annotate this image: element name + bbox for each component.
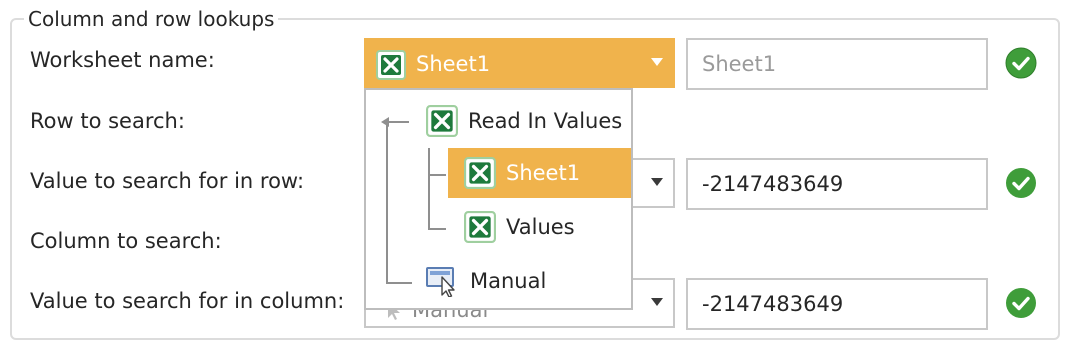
check-icon [1005, 287, 1037, 319]
tree-line [428, 228, 446, 230]
excel-icon [426, 105, 458, 137]
tree-item-label: Manual [470, 269, 547, 293]
excel-icon [376, 50, 406, 84]
chevron-down-icon[interactable] [649, 54, 665, 70]
tree-item-sheet1[interactable]: Sheet1 [448, 148, 631, 198]
check-icon [1005, 47, 1037, 79]
tree-line [428, 148, 430, 230]
tree-line [428, 174, 446, 176]
excel-icon [464, 211, 496, 243]
worksheet-name-label: Worksheet name: [30, 48, 215, 72]
value-in-column-label: Value to search for in column: [30, 289, 345, 313]
manual-cursor-icon [426, 265, 460, 297]
group-legend: Column and row lookups [24, 6, 279, 32]
row-value-input[interactable]: -2147483649 [686, 158, 988, 210]
tree-line [386, 282, 412, 284]
check-icon [1005, 167, 1037, 199]
tree-item-manual[interactable]: Manual [426, 256, 631, 306]
worksheet-name-input[interactable]: Sheet1 [686, 38, 988, 90]
excel-icon [464, 157, 496, 189]
tree-arrow-icon[interactable] [380, 114, 410, 133]
tree-line [386, 120, 388, 284]
worksheet-combo[interactable]: Sheet1 [364, 38, 675, 88]
row-to-search-label: Row to search: [30, 109, 185, 133]
tree-item-values[interactable]: Values [448, 202, 631, 252]
chevron-down-icon[interactable] [649, 174, 665, 190]
worksheet-combo-value: Sheet1 [416, 52, 491, 76]
column-value-input[interactable]: -2147483649 [686, 278, 988, 330]
tree-item-label: Values [506, 215, 575, 239]
chevron-down-icon[interactable] [649, 294, 665, 310]
tree-item-label: Read In Values [468, 109, 623, 133]
value-in-row-label: Value to search for in row: [30, 169, 305, 193]
worksheet-dropdown: Read In Values Sheet1 Values Manual [364, 88, 633, 310]
tree-item-read-in-values[interactable]: Read In Values [426, 96, 631, 146]
column-to-search-label: Column to search: [30, 229, 222, 253]
tree-item-label: Sheet1 [506, 161, 581, 185]
